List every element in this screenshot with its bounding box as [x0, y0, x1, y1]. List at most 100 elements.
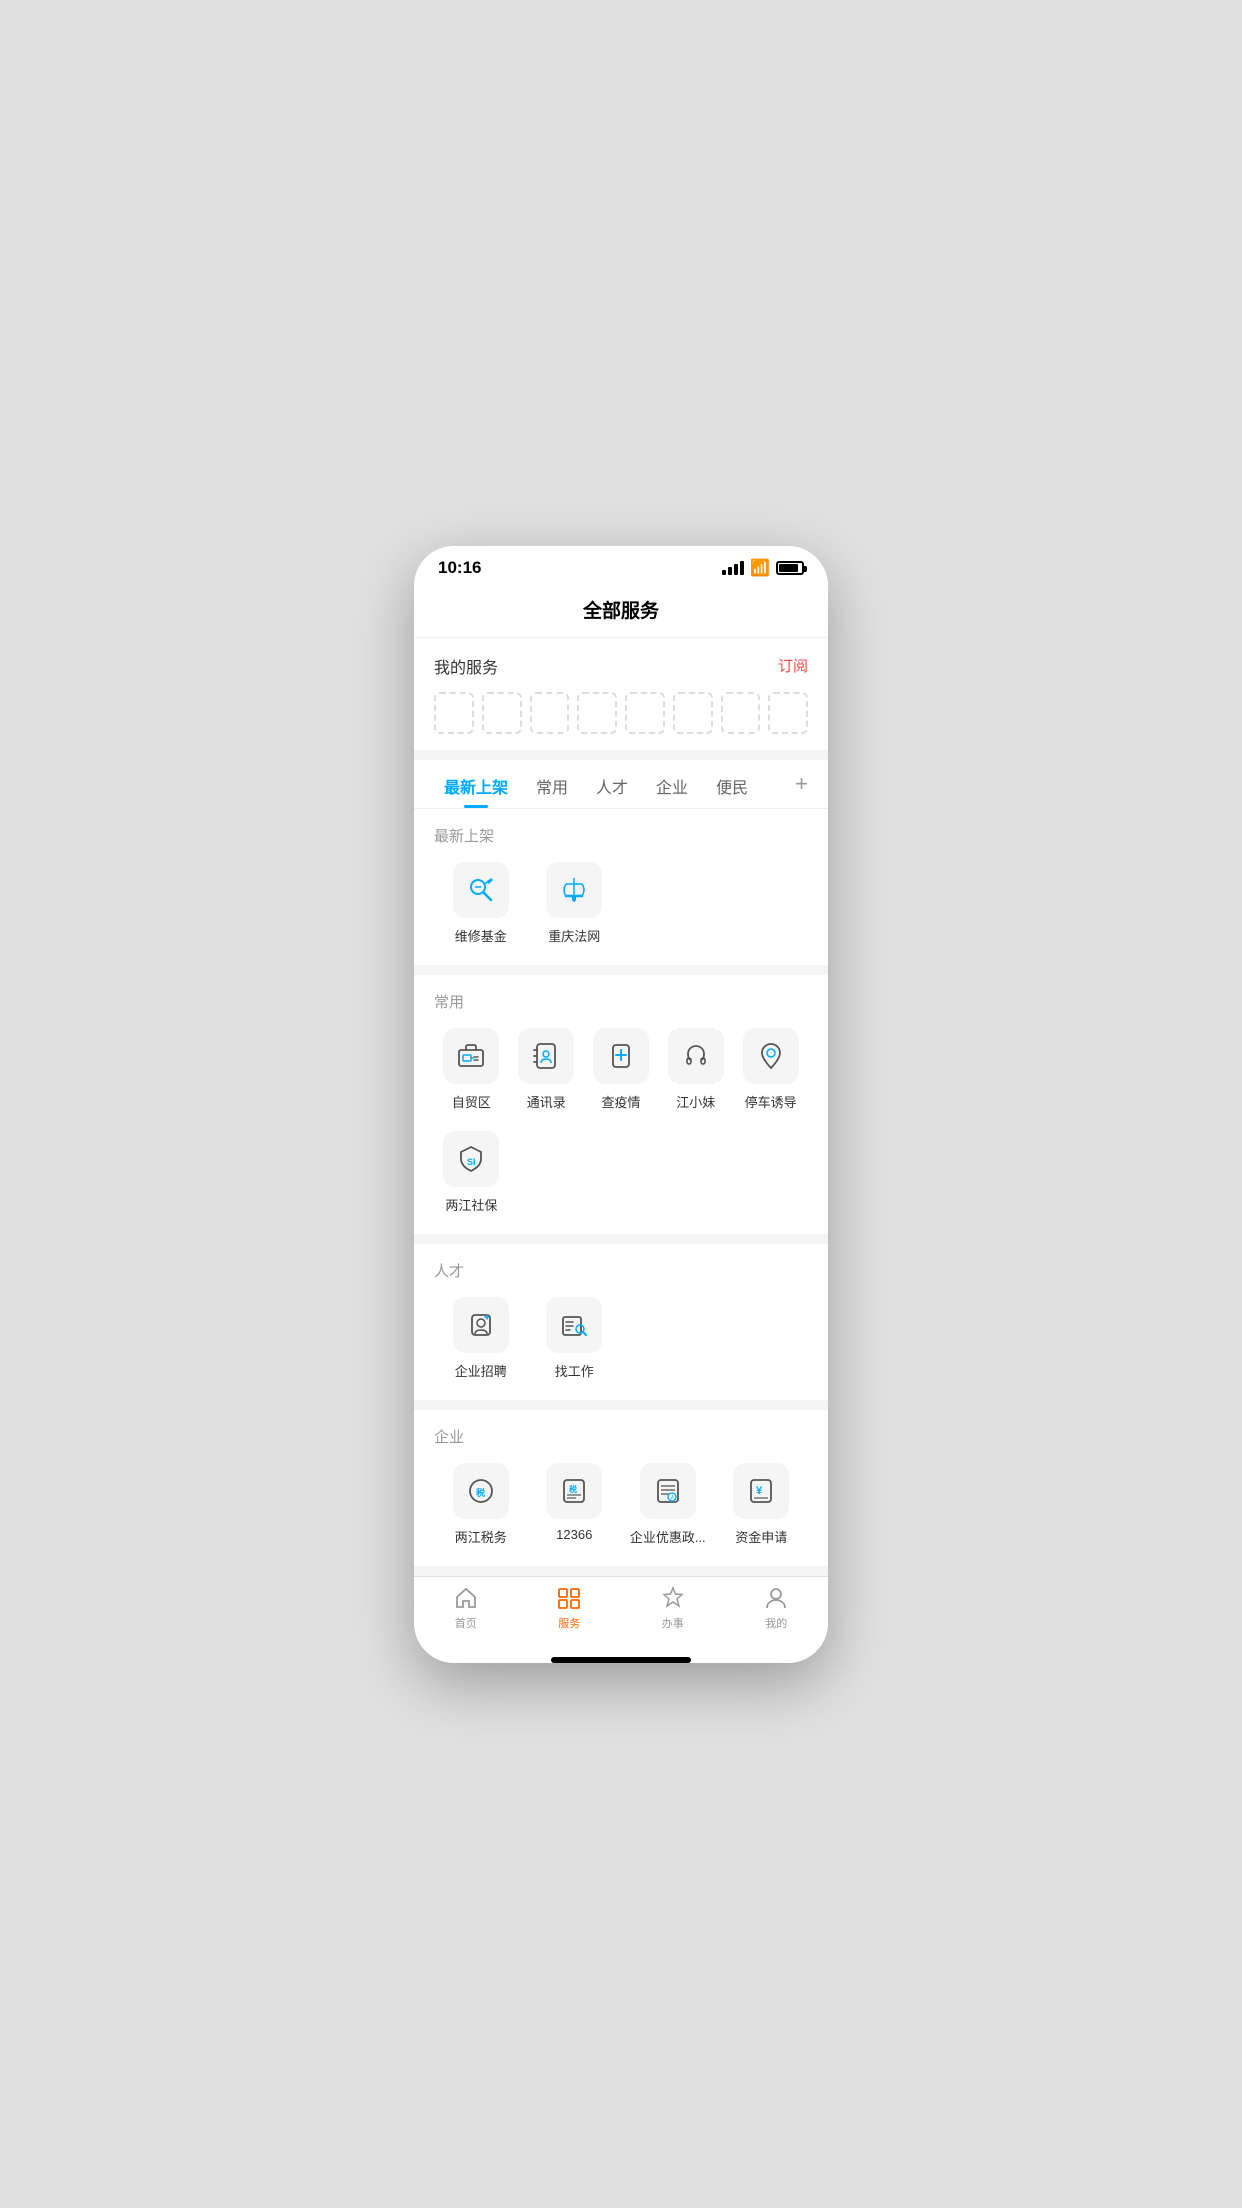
signal-icon: [722, 561, 744, 575]
tab-add-button[interactable]: +: [791, 761, 812, 807]
bottom-nav: 首页 服务 办事: [414, 1576, 828, 1651]
nav-item-services[interactable]: 服务: [518, 1585, 622, 1631]
todo-icon: [660, 1585, 686, 1611]
phone-frame: 10:16 📶 全部服务 我的服务 订阅: [414, 546, 828, 1663]
tabs-section: 最新上架 常用 人才 企业 便民 +: [414, 760, 828, 809]
placeholder-slot: [577, 692, 617, 734]
svg-text:¥: ¥: [756, 1485, 763, 1497]
nav-label-profile: 我的: [765, 1615, 787, 1631]
section-title-latest: 最新上架: [434, 825, 808, 846]
main-content: 我的服务 订阅 最新上架 常用 人才 企业 便民 +: [414, 638, 828, 1576]
label-12366: 12366: [556, 1527, 592, 1542]
label-通讯录: 通讯录: [527, 1092, 566, 1111]
tab-latest[interactable]: 最新上架: [430, 760, 522, 808]
service-item-重庆法网[interactable]: 重庆法网: [528, 862, 622, 945]
svg-text:税: 税: [476, 1487, 485, 1498]
placeholder-slot: [768, 692, 808, 734]
home-indicator: [551, 1657, 691, 1663]
placeholder-slot: [721, 692, 761, 734]
my-services-section: 我的服务 订阅: [414, 638, 828, 750]
tab-talent[interactable]: 人才: [582, 760, 642, 808]
label-资金申请: 资金申请: [735, 1527, 787, 1546]
status-bar: 10:16 📶: [414, 546, 828, 586]
service-item-找工作[interactable]: 找工作: [528, 1297, 622, 1380]
section-title-enterprise: 企业: [434, 1426, 808, 1447]
nav-label-todo: 办事: [662, 1615, 684, 1631]
icon-企业招聘: [453, 1297, 509, 1353]
nav-item-home[interactable]: 首页: [414, 1585, 518, 1631]
icon-grid-talent: 企业招聘 找工作: [434, 1297, 808, 1380]
status-time: 10:16: [438, 558, 481, 578]
label-企业优惠政策: 企业优惠政...: [630, 1527, 706, 1546]
placeholder-slot: [482, 692, 522, 734]
service-item-企业优惠政策[interactable]: 人 企业优惠政...: [621, 1463, 715, 1546]
icon-12366: 税: [546, 1463, 602, 1519]
icon-找工作: [546, 1297, 602, 1353]
service-item-江小妹[interactable]: 江小妹: [658, 1028, 733, 1111]
service-item-12366[interactable]: 税 12366: [528, 1463, 622, 1546]
my-services-placeholder: [434, 692, 808, 734]
page-header: 全部服务: [414, 586, 828, 638]
service-item-停车诱导[interactable]: 停车诱导: [733, 1028, 808, 1111]
label-找工作: 找工作: [555, 1361, 594, 1380]
icon-维修基金: [453, 862, 509, 918]
placeholder-slot: [530, 692, 570, 734]
label-两江社保: 两江社保: [445, 1195, 497, 1214]
icon-grid-latest: 维修基金 重庆法网: [434, 862, 808, 945]
label-自贸区: 自贸区: [452, 1092, 491, 1111]
service-item-查疫情[interactable]: 查疫情: [584, 1028, 659, 1111]
profile-icon: [763, 1585, 789, 1611]
icon-自贸区: [443, 1028, 499, 1084]
nav-label-services: 服务: [558, 1615, 580, 1631]
services-icon: [556, 1585, 582, 1611]
icon-江小妹: [668, 1028, 724, 1084]
status-icons: 📶: [722, 558, 804, 578]
svg-text:税: 税: [569, 1484, 577, 1494]
my-services-title: 我的服务: [434, 654, 498, 678]
section-enterprise: 企业 税 两江税务 税: [414, 1410, 828, 1566]
wifi-icon: 📶: [750, 558, 770, 578]
tab-enterprise[interactable]: 企业: [642, 760, 702, 808]
label-维修基金: 维修基金: [455, 926, 507, 945]
icon-查疫情: [593, 1028, 649, 1084]
service-item-两江社保[interactable]: SI 两江社保: [434, 1131, 509, 1214]
icon-grid-enterprise: 税 两江税务 税 12366: [434, 1463, 808, 1546]
placeholder-slot: [434, 692, 474, 734]
home-icon: [453, 1585, 479, 1611]
service-item-自贸区[interactable]: 自贸区: [434, 1028, 509, 1111]
tabs-row: 最新上架 常用 人才 企业 便民 +: [414, 760, 828, 809]
section-common: 常用 自贸区: [414, 975, 828, 1234]
svg-text:SI: SI: [467, 1157, 476, 1167]
section-title-common: 常用: [434, 991, 808, 1012]
label-查疫情: 查疫情: [601, 1092, 640, 1111]
nav-item-profile[interactable]: 我的: [725, 1585, 829, 1631]
label-重庆法网: 重庆法网: [548, 926, 600, 945]
service-item-维修基金[interactable]: 维修基金: [434, 862, 528, 945]
service-item-通讯录[interactable]: 通讯录: [509, 1028, 584, 1111]
section-latest: 最新上架 维修基金: [414, 809, 828, 965]
label-企业招聘: 企业招聘: [455, 1361, 507, 1380]
service-item-企业招聘[interactable]: 企业招聘: [434, 1297, 528, 1380]
placeholder-slot: [625, 692, 665, 734]
service-item-资金申请[interactable]: ¥ 资金申请: [715, 1463, 809, 1546]
icon-通讯录: [518, 1028, 574, 1084]
label-两江税务: 两江税务: [455, 1527, 507, 1546]
icon-停车诱导: [743, 1028, 799, 1084]
tab-common[interactable]: 常用: [522, 760, 582, 808]
nav-label-home: 首页: [455, 1615, 477, 1631]
label-停车诱导: 停车诱导: [745, 1092, 797, 1111]
icon-两江社保: SI: [443, 1131, 499, 1187]
service-item-两江税务[interactable]: 税 两江税务: [434, 1463, 528, 1546]
subscribe-button[interactable]: 订阅: [778, 655, 808, 676]
icon-资金申请: ¥: [733, 1463, 789, 1519]
section-title-talent: 人才: [434, 1260, 808, 1281]
section-talent: 人才 企业招聘: [414, 1244, 828, 1400]
icon-两江税务: 税: [453, 1463, 509, 1519]
icon-grid-common: 自贸区 通讯录: [434, 1028, 808, 1214]
tab-convenience[interactable]: 便民: [702, 760, 762, 808]
nav-item-todo[interactable]: 办事: [621, 1585, 725, 1631]
my-services-header: 我的服务 订阅: [434, 654, 808, 678]
svg-text:人: 人: [669, 1495, 675, 1502]
placeholder-slot: [673, 692, 713, 734]
label-江小妹: 江小妹: [676, 1092, 715, 1111]
